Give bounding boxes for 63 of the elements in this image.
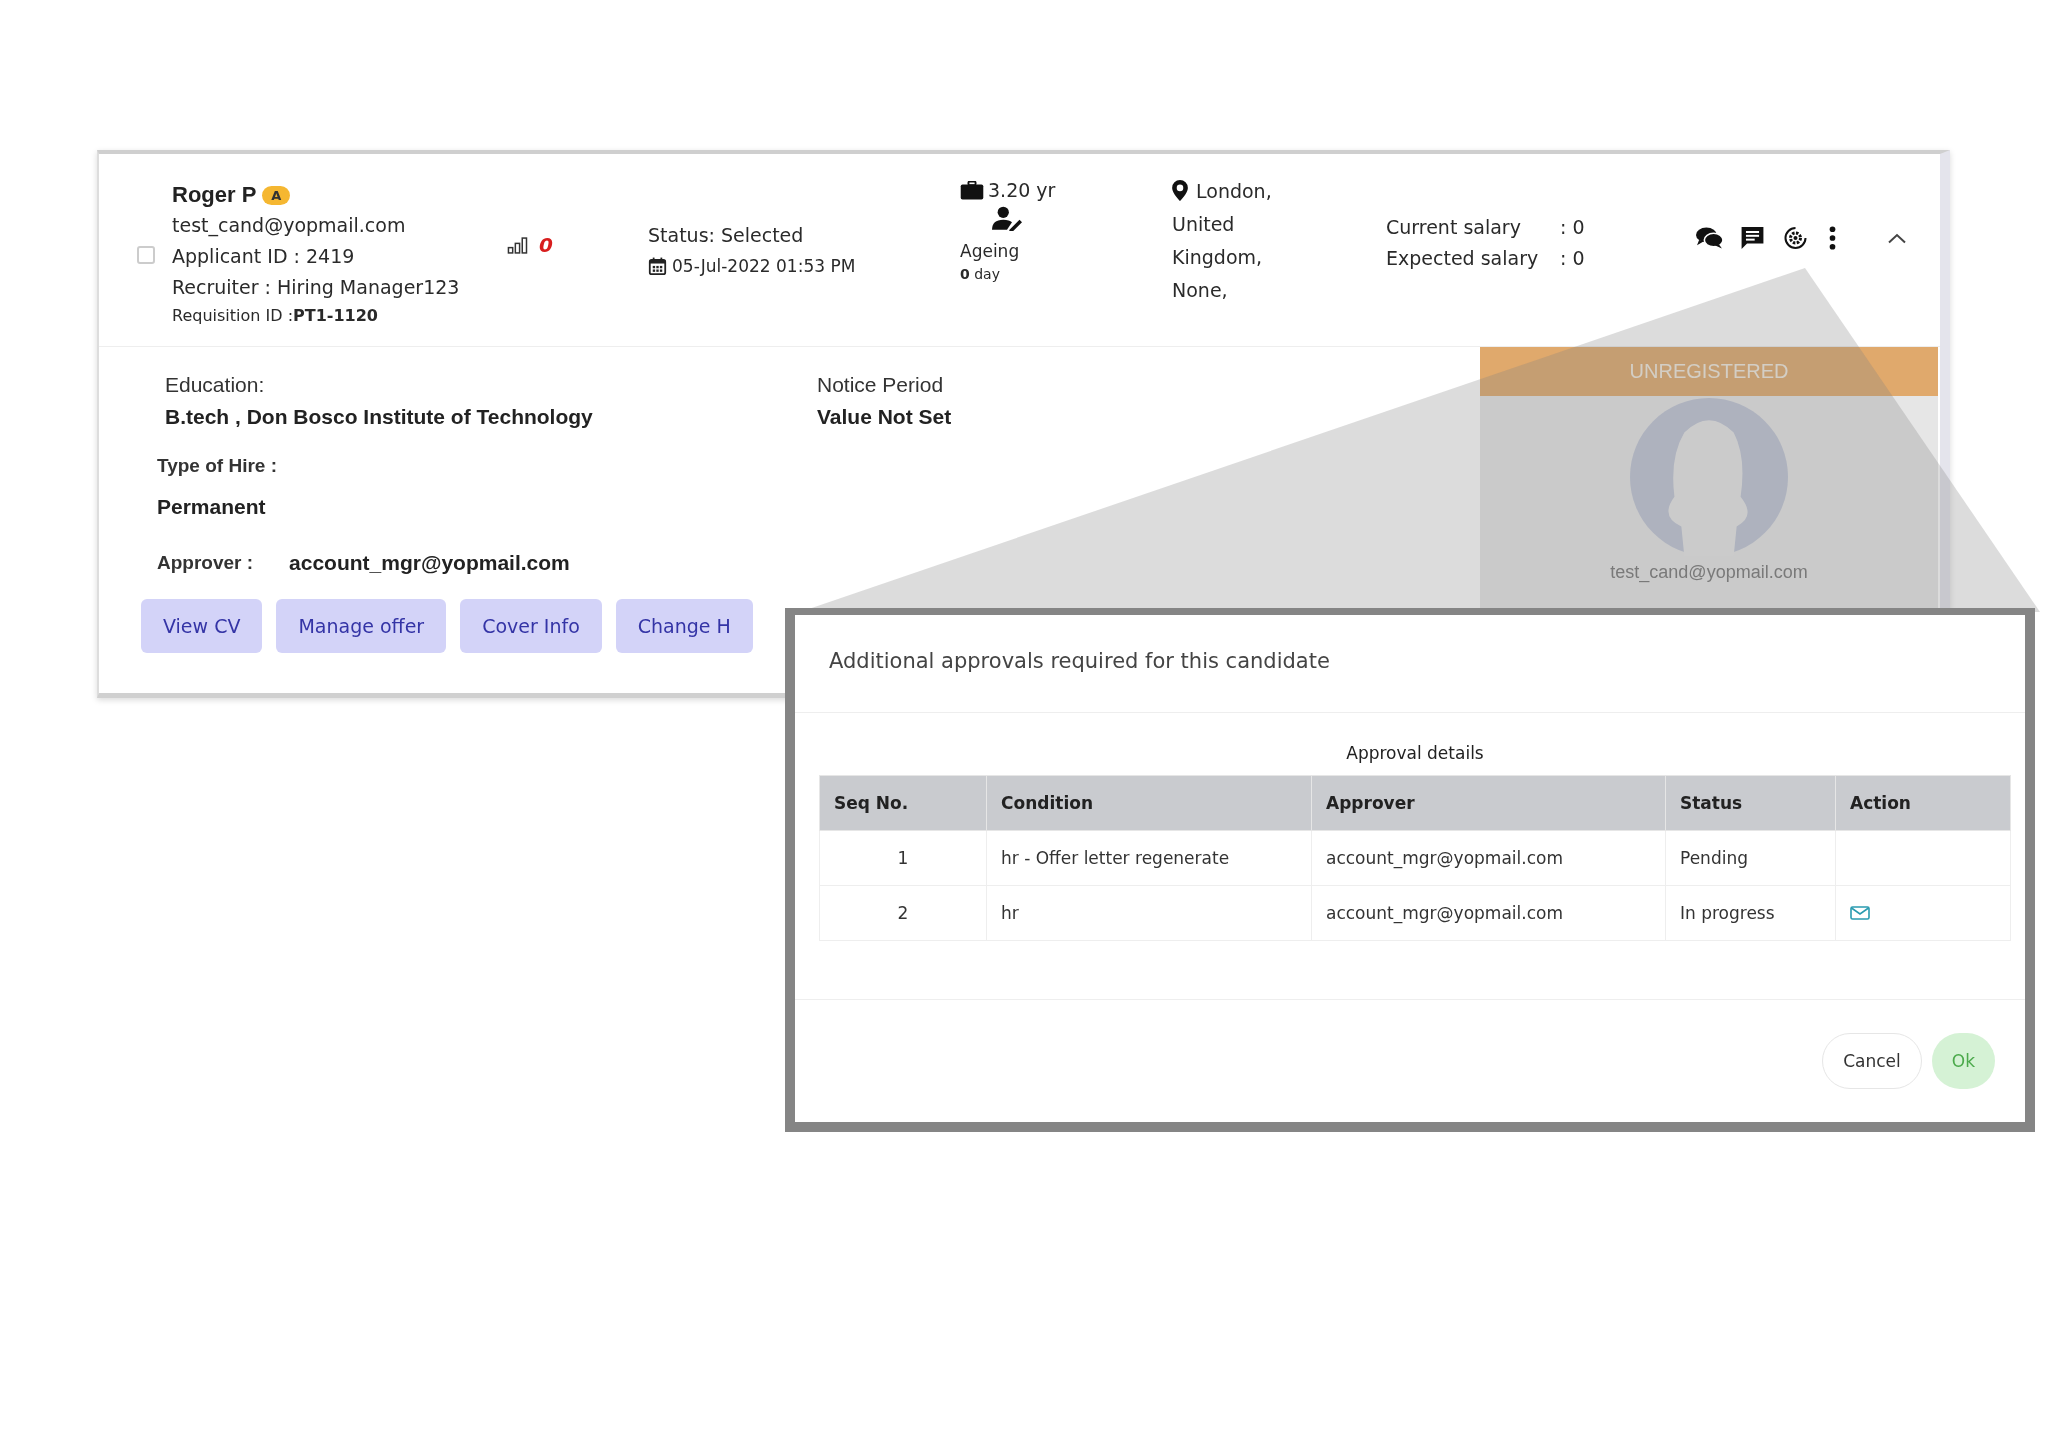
candidate-name: Roger P	[172, 181, 257, 209]
type-of-hire-label: Type of Hire :	[156, 455, 277, 477]
table-cell: hr	[986, 885, 1312, 941]
table-cell: In progress	[1665, 885, 1836, 941]
table-cell: account_mgr@yopmail.com	[1311, 885, 1666, 941]
notice-period-value: Value Not Set	[817, 404, 953, 430]
experience: 3.20 yr	[988, 178, 1056, 203]
calendar-icon	[648, 257, 667, 276]
column-header: Seq No.	[819, 775, 987, 831]
requisition-id: Requisition ID :PT1-1120	[172, 305, 379, 327]
type-of-hire-value: Permanent	[156, 494, 266, 520]
action-button[interactable]: Manage offer	[276, 599, 447, 653]
cancel-button[interactable]: Cancel	[1822, 1033, 1922, 1089]
table-cell: account_mgr@yopmail.com	[1311, 830, 1666, 886]
ageing-value: 0 day	[960, 265, 1000, 283]
select-checkbox[interactable]	[137, 245, 155, 264]
approver-value: account_mgr@yopmail.com	[289, 550, 570, 576]
salary-value: : 0	[1560, 215, 1585, 240]
candidate-email: test_cand@yopmail.com	[172, 213, 407, 239]
more-options-icon[interactable]	[1829, 226, 1836, 250]
action-button[interactable]: View CV	[141, 599, 263, 653]
column-header: Approver	[1311, 775, 1666, 831]
salary-label: Expected salary	[1386, 246, 1540, 271]
table-cell: 1	[819, 830, 987, 886]
dialog-title: Additional approvals required for this candidate	[795, 615, 2025, 713]
location-line: None,	[1172, 278, 1229, 303]
message-icon[interactable]	[1739, 226, 1766, 250]
profile-email: test_cand@yopmail.com	[1610, 562, 1808, 583]
briefcase-icon	[960, 181, 984, 200]
column-header: Action	[1835, 775, 2011, 831]
ageing-label: Ageing	[960, 240, 1020, 263]
candidate-badge: A	[262, 185, 291, 205]
signal-bars-icon	[507, 236, 529, 254]
table-cell: Pending	[1665, 830, 1836, 886]
collapse-chevron-icon[interactable]	[1888, 232, 1906, 244]
location-line: London,	[1196, 179, 1272, 204]
table-cell: 2	[819, 885, 987, 941]
education-label: Education:	[165, 372, 266, 398]
avatar-silhouette-icon	[1630, 398, 1788, 556]
settings-icon[interactable]	[1782, 226, 1809, 250]
salary-value: : 0	[1560, 246, 1585, 271]
recruiter: Recruiter : Hiring Manager123	[172, 275, 460, 300]
registration-banner: UNREGISTERED	[1480, 347, 1938, 396]
score: 0	[539, 233, 553, 257]
education-value: B.tech , Don Bosco Institute of Technology	[165, 404, 594, 430]
notice-period-label: Notice Period	[817, 372, 945, 398]
mail-icon[interactable]	[1850, 906, 1870, 920]
table-cell: hr - Offer letter regenerate	[986, 830, 1312, 886]
location-line: Kingdom,	[1172, 245, 1264, 270]
approver-label: Approver :	[157, 552, 254, 574]
applicant-id: Applicant ID : 2419	[172, 244, 356, 269]
salary-label: Current salary	[1386, 215, 1522, 240]
column-header: Condition	[986, 775, 1312, 831]
candidate-status: Status: Selected	[648, 223, 805, 248]
action-button[interactable]: Cover Info	[460, 599, 602, 653]
person-edit-icon	[992, 206, 1022, 231]
status-date: 05-Jul-2022 01:53 PM	[672, 255, 856, 278]
chat-bubbles-icon[interactable]	[1696, 226, 1723, 250]
location-pin-icon	[1172, 180, 1188, 201]
column-header: Status	[1665, 775, 1836, 831]
table-caption: Approval details	[1345, 743, 1485, 763]
location-line: United	[1172, 212, 1236, 237]
action-button[interactable]: Change H	[615, 599, 753, 653]
